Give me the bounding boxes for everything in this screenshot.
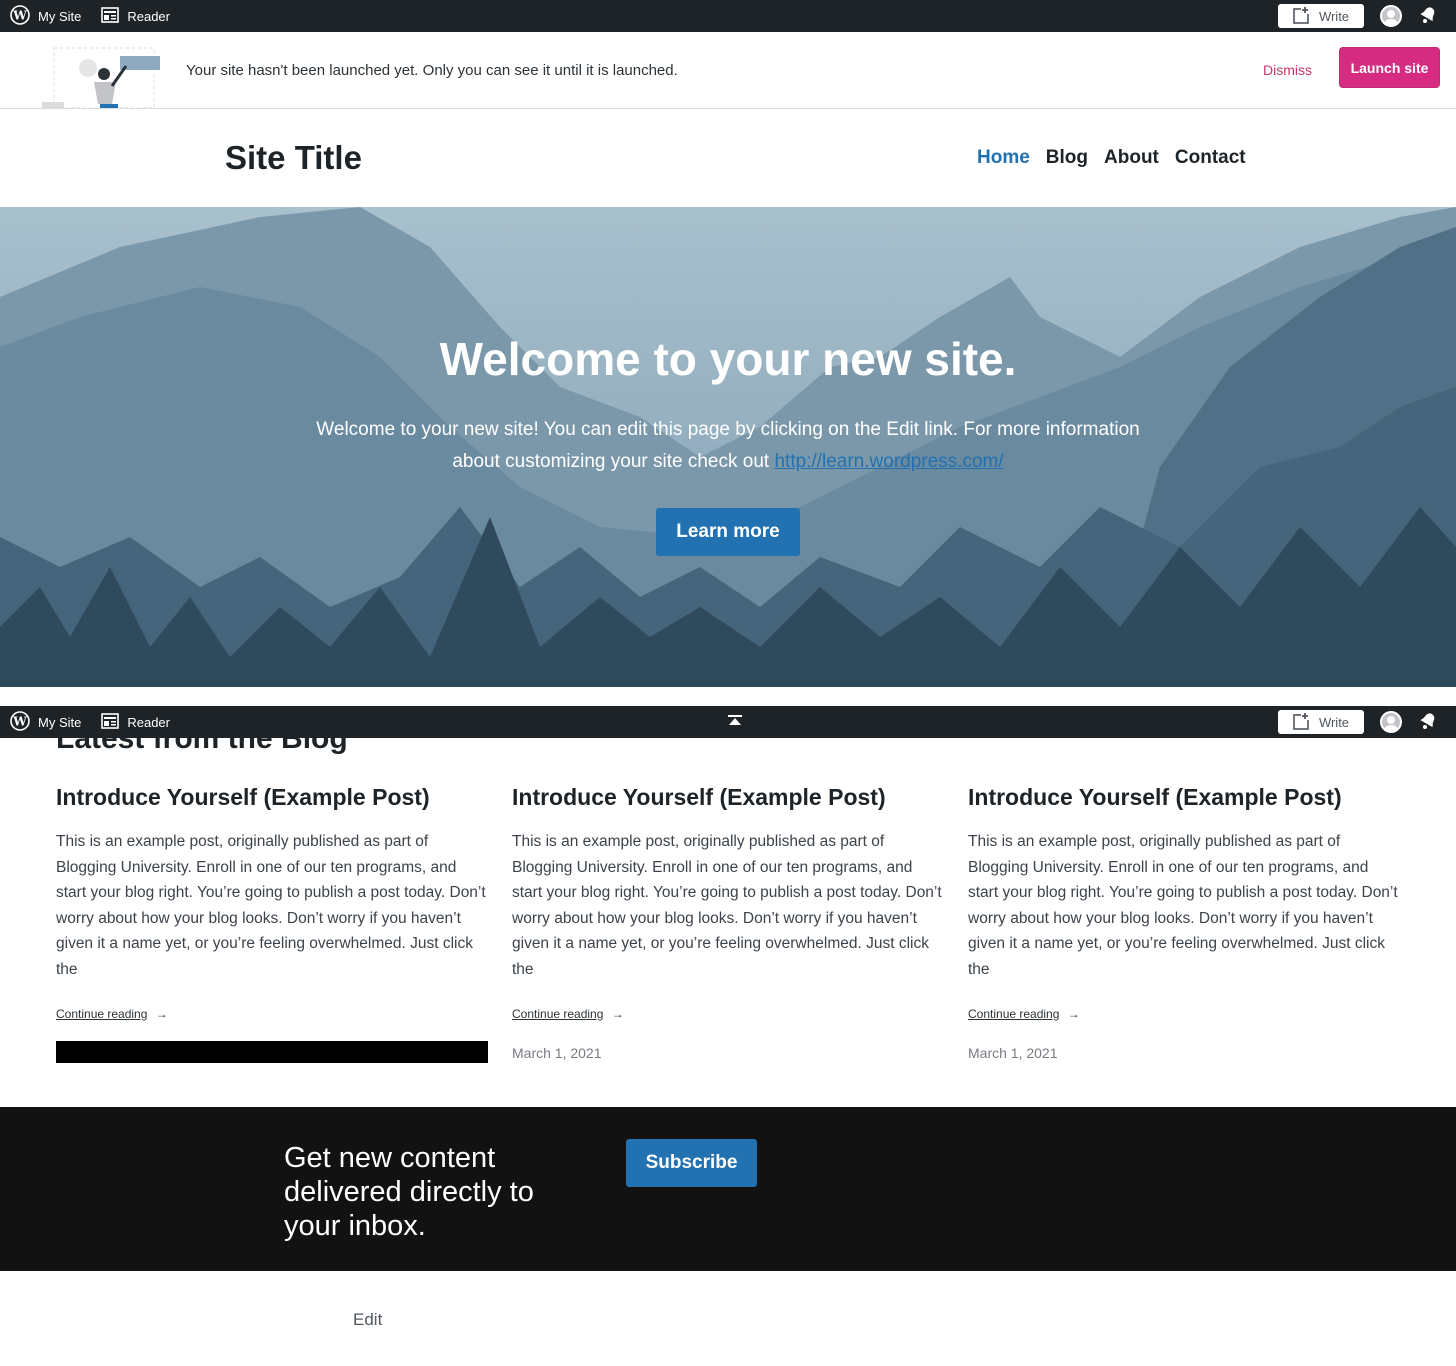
arrow-right-icon: → [155, 1006, 168, 1021]
post-card: Introduce Yourself (Example Post) This i… [968, 784, 1400, 1063]
collapse-arrow-icon[interactable] [728, 715, 742, 730]
redacted-date-bar [56, 1040, 488, 1063]
notifications-bell-icon[interactable] [1418, 711, 1438, 734]
post-card: Introduce Yourself (Example Post) This i… [56, 784, 488, 1063]
post-excerpt: This is an example post, originally publ… [56, 833, 486, 978]
my-site-menu[interactable]: W My Site [0, 706, 91, 738]
reader-icon [101, 712, 120, 732]
post-date: March 1, 2021 [968, 1044, 1058, 1061]
reader-menu[interactable]: Reader [91, 0, 180, 32]
write-button[interactable]: Write [1278, 710, 1364, 734]
post-title[interactable]: Introduce Yourself (Example Post) [56, 784, 488, 811]
admin-bar-sticky: W My Site Reader Write [0, 706, 1456, 738]
launch-illustration [42, 46, 162, 109]
avatar[interactable] [1380, 711, 1402, 733]
post-excerpt: This is an example post, originally publ… [512, 833, 942, 978]
wordpress-logo-icon: W [10, 4, 30, 28]
reader-label: Reader [127, 714, 170, 730]
hero-body: Welcome to your new site! You can edit t… [300, 414, 1156, 478]
write-icon [1293, 5, 1311, 27]
launch-message: Your site hasn't been launched yet. Only… [186, 62, 678, 79]
reader-icon [101, 6, 120, 26]
post-excerpt: This is an example post, originally publ… [968, 833, 1398, 978]
reader-label: Reader [127, 8, 170, 24]
my-site-menu[interactable]: W My Site [0, 0, 91, 32]
subscribe-button[interactable]: Subscribe [626, 1139, 757, 1187]
post-title[interactable]: Introduce Yourself (Example Post) [968, 784, 1400, 811]
learn-wordpress-link[interactable]: http://learn.wordpress.com/ [774, 451, 1003, 472]
write-icon [1293, 711, 1311, 733]
site-title[interactable]: Site Title [225, 139, 362, 177]
post-title[interactable]: Introduce Yourself (Example Post) [512, 784, 944, 811]
notifications-bell-icon[interactable] [1418, 5, 1438, 28]
arrow-right-icon: → [1067, 1006, 1080, 1021]
nav-contact[interactable]: Contact [1175, 147, 1246, 169]
continue-reading-link[interactable]: Continue reading [56, 1007, 147, 1021]
launch-banner: Your site hasn't been launched yet. Only… [0, 32, 1456, 109]
post-card: Introduce Yourself (Example Post) This i… [512, 784, 944, 1063]
launch-site-button[interactable]: Launch site [1339, 47, 1440, 88]
hero-title: Welcome to your new site. [439, 333, 1017, 385]
subscribe-section: Get new content delivered directly to yo… [0, 1107, 1456, 1271]
primary-nav: Home Blog About Contact [977, 147, 1246, 169]
my-site-label: My Site [38, 714, 82, 730]
arrow-right-icon: → [611, 1006, 624, 1021]
blog-posts: Introduce Yourself (Example Post) This i… [56, 784, 1401, 1063]
nav-about[interactable]: About [1104, 147, 1159, 169]
post-date: March 1, 2021 [512, 1044, 602, 1061]
svg-text:W: W [12, 714, 27, 728]
dismiss-link[interactable]: Dismiss [1263, 62, 1312, 78]
learn-more-button[interactable]: Learn more [656, 508, 800, 556]
svg-text:W: W [12, 8, 27, 22]
nav-home[interactable]: Home [977, 147, 1030, 169]
edit-link[interactable]: Edit [353, 1310, 382, 1330]
avatar[interactable] [1380, 5, 1402, 27]
reader-menu[interactable]: Reader [91, 706, 180, 738]
site-header: Site Title Home Blog About Contact [0, 109, 1456, 207]
write-button[interactable]: Write [1278, 4, 1364, 28]
admin-bar: W My Site Reader Write [0, 0, 1456, 32]
write-label: Write [1318, 8, 1350, 24]
hero-body-text: Welcome to your new site! You can edit t… [316, 419, 1140, 472]
nav-blog[interactable]: Blog [1046, 147, 1088, 169]
hero-cover: Welcome to your new site. Welcome to you… [0, 207, 1456, 687]
footer: Edit [0, 1271, 1456, 1366]
write-label: Write [1318, 714, 1350, 730]
subscribe-text: Get new content delivered directly to yo… [284, 1142, 534, 1242]
continue-reading-link[interactable]: Continue reading [968, 1007, 1059, 1021]
my-site-label: My Site [38, 8, 82, 24]
continue-reading-link[interactable]: Continue reading [512, 1007, 603, 1021]
wordpress-logo-icon: W [10, 710, 30, 734]
